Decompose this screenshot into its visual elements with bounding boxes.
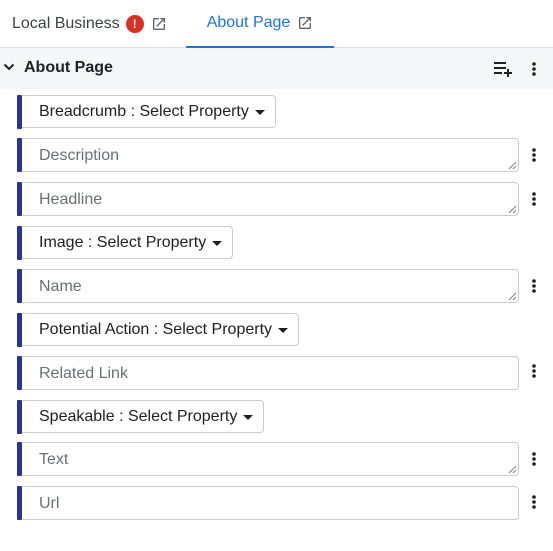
resize-grip-icon[interactable]	[508, 161, 517, 170]
section-title: About Page	[24, 59, 113, 76]
speakable-select-button[interactable]: Speakable : Select Property	[22, 400, 265, 433]
dropdown-caret-icon	[243, 414, 254, 420]
more-vert-icon[interactable]	[525, 189, 543, 209]
headline-textarea[interactable]: Headline	[22, 182, 519, 216]
select-label: Speakable : Select Property	[39, 407, 238, 425]
resize-grip-icon[interactable]	[508, 205, 517, 214]
text-textarea[interactable]: Text	[22, 442, 519, 476]
description-textarea[interactable]: Description	[22, 138, 519, 172]
resize-grip-icon[interactable]	[508, 292, 517, 301]
field-placeholder: Headline	[39, 191, 103, 208]
name-textarea[interactable]: Name	[22, 269, 519, 303]
more-vert-icon[interactable]	[525, 449, 543, 469]
image-select-button[interactable]: Image : Select Property	[22, 226, 234, 259]
related-link-input[interactable]: Related Link	[22, 356, 519, 390]
breadcrumb-select-button[interactable]: Breadcrumb : Select Property	[22, 95, 276, 128]
select-label: Breadcrumb : Select Property	[39, 102, 249, 120]
open-in-new-icon[interactable]	[151, 16, 167, 32]
playlist-add-icon[interactable]	[492, 59, 514, 79]
more-vert-icon[interactable]	[525, 492, 543, 512]
more-vert-icon[interactable]	[525, 59, 543, 79]
tab-label: Local Business	[12, 15, 120, 32]
more-vert-icon[interactable]	[525, 145, 543, 165]
potential-action-select-button[interactable]: Potential Action : Select Property	[22, 313, 300, 346]
more-vert-icon[interactable]	[525, 276, 543, 296]
section-header[interactable]: About Page	[0, 48, 553, 89]
tab-bar: Local Business ! About Page	[0, 0, 553, 48]
url-input[interactable]: Url	[22, 486, 519, 520]
dropdown-caret-icon	[212, 240, 223, 246]
tab-local-business[interactable]: Local Business !	[12, 0, 167, 48]
open-in-new-icon[interactable]	[297, 15, 313, 31]
resize-grip-icon[interactable]	[508, 465, 517, 474]
field-placeholder: Related Link	[39, 365, 128, 382]
field-placeholder: Text	[39, 451, 69, 468]
field-placeholder: Name	[39, 278, 82, 295]
chevron-down-icon[interactable]	[3, 62, 15, 72]
tab-label: About Page	[206, 14, 291, 31]
error-icon: !	[125, 15, 144, 33]
more-vert-icon[interactable]	[525, 361, 543, 381]
select-label: Potential Action : Select Property	[39, 320, 273, 338]
select-label: Image : Select Property	[39, 233, 207, 251]
tab-about-page[interactable]: About Page	[186, 0, 334, 48]
dropdown-caret-icon	[278, 327, 289, 333]
dropdown-caret-icon	[254, 109, 265, 115]
field-placeholder: Url	[39, 495, 60, 512]
field-placeholder: Description	[39, 147, 120, 164]
